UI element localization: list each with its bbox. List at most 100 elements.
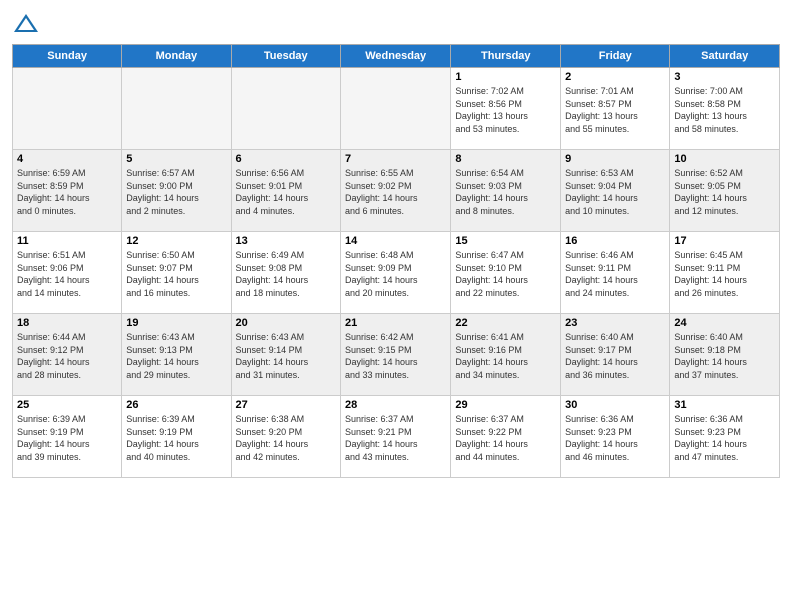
day-number: 27 (236, 399, 336, 411)
calendar-header-tuesday: Tuesday (231, 45, 340, 68)
day-number: 26 (126, 399, 226, 411)
day-number: 22 (455, 317, 556, 329)
day-number: 28 (345, 399, 446, 411)
day-number: 9 (565, 153, 665, 165)
day-info: Sunrise: 6:40 AM Sunset: 9:18 PM Dayligh… (674, 331, 775, 381)
day-info: Sunrise: 6:50 AM Sunset: 9:07 PM Dayligh… (126, 249, 226, 299)
calendar-cell: 17 Sunrise: 6:45 AM Sunset: 9:11 PM Dayli… (670, 232, 780, 314)
calendar-cell: 20 Sunrise: 6:43 AM Sunset: 9:14 PM Dayli… (231, 314, 340, 396)
day-number: 11 (17, 235, 117, 247)
day-info: Sunrise: 6:39 AM Sunset: 9:19 PM Dayligh… (126, 413, 226, 463)
day-info: Sunrise: 6:47 AM Sunset: 9:10 PM Dayligh… (455, 249, 556, 299)
calendar-week-row: 18 Sunrise: 6:44 AM Sunset: 9:12 PM Dayli… (13, 314, 780, 396)
page: SundayMondayTuesdayWednesdayThursdayFrid… (0, 0, 792, 612)
calendar-cell: 12 Sunrise: 6:50 AM Sunset: 9:07 PM Dayli… (122, 232, 231, 314)
calendar-cell: 10 Sunrise: 6:52 AM Sunset: 9:05 PM Dayli… (670, 150, 780, 232)
calendar-cell: 19Sunrise: 6:43 AM Sunset: 9:13 PM Dayli… (122, 314, 231, 396)
calendar-cell: 13 Sunrise: 6:49 AM Sunset: 9:08 PM Dayli… (231, 232, 340, 314)
calendar-cell: 22 Sunrise: 6:41 AM Sunset: 9:16 PM Dayli… (451, 314, 561, 396)
calendar-cell (341, 68, 451, 150)
calendar-week-row: 1 Sunrise: 7:02 AM Sunset: 8:56 PM Daylig… (13, 68, 780, 150)
calendar-week-row: 25 Sunrise: 6:39 AM Sunset: 9:19 PM Dayli… (13, 396, 780, 478)
calendar-cell: 14Sunrise: 6:48 AM Sunset: 9:09 PM Dayli… (341, 232, 451, 314)
day-info: Sunrise: 6:52 AM Sunset: 9:05 PM Dayligh… (674, 167, 775, 217)
calendar-cell: 5 Sunrise: 6:57 AM Sunset: 9:00 PM Daylig… (122, 150, 231, 232)
calendar-cell: 29 Sunrise: 6:37 AM Sunset: 9:22 PM Dayli… (451, 396, 561, 478)
calendar-header-thursday: Thursday (451, 45, 561, 68)
calendar-header-saturday: Saturday (670, 45, 780, 68)
day-number: 14 (345, 235, 446, 247)
day-info: Sunrise: 6:59 AM Sunset: 8:59 PM Dayligh… (17, 167, 117, 217)
calendar-cell: 25 Sunrise: 6:39 AM Sunset: 9:19 PM Dayli… (13, 396, 122, 478)
day-number: 10 (674, 153, 775, 165)
day-number: 13 (236, 235, 336, 247)
calendar-cell: 1 Sunrise: 7:02 AM Sunset: 8:56 PM Daylig… (451, 68, 561, 150)
calendar-cell (122, 68, 231, 150)
day-info: Sunrise: 6:57 AM Sunset: 9:00 PM Dayligh… (126, 167, 226, 217)
calendar-table: SundayMondayTuesdayWednesdayThursdayFrid… (12, 44, 780, 478)
calendar-cell: 15Sunrise: 6:47 AM Sunset: 9:10 PM Dayli… (451, 232, 561, 314)
day-info: Sunrise: 6:37 AM Sunset: 9:22 PM Dayligh… (455, 413, 556, 463)
calendar-cell: 8 Sunrise: 6:54 AM Sunset: 9:03 PM Daylig… (451, 150, 561, 232)
day-number: 8 (455, 153, 556, 165)
calendar-cell: 11 Sunrise: 6:51 AM Sunset: 9:06 PM Dayli… (13, 232, 122, 314)
calendar-cell: 27Sunrise: 6:38 AM Sunset: 9:20 PM Dayli… (231, 396, 340, 478)
calendar-header-row: SundayMondayTuesdayWednesdayThursdayFrid… (13, 45, 780, 68)
day-info: Sunrise: 6:55 AM Sunset: 9:02 PM Dayligh… (345, 167, 446, 217)
calendar-cell: 6 Sunrise: 6:56 AM Sunset: 9:01 PM Daylig… (231, 150, 340, 232)
calendar-cell: 28Sunrise: 6:37 AM Sunset: 9:21 PM Dayli… (341, 396, 451, 478)
calendar-cell: 21 Sunrise: 6:42 AM Sunset: 9:15 PM Dayli… (341, 314, 451, 396)
day-number: 24 (674, 317, 775, 329)
calendar-header-sunday: Sunday (13, 45, 122, 68)
calendar-cell: 24 Sunrise: 6:40 AM Sunset: 9:18 PM Dayli… (670, 314, 780, 396)
day-number: 1 (455, 71, 556, 83)
day-number: 3 (674, 71, 775, 83)
day-info: Sunrise: 6:49 AM Sunset: 9:08 PM Dayligh… (236, 249, 336, 299)
day-info: Sunrise: 6:46 AM Sunset: 9:11 PM Dayligh… (565, 249, 665, 299)
day-info: Sunrise: 6:41 AM Sunset: 9:16 PM Dayligh… (455, 331, 556, 381)
day-number: 5 (126, 153, 226, 165)
day-number: 21 (345, 317, 446, 329)
day-number: 23 (565, 317, 665, 329)
day-number: 6 (236, 153, 336, 165)
calendar-cell (13, 68, 122, 150)
day-number: 29 (455, 399, 556, 411)
day-number: 16 (565, 235, 665, 247)
day-number: 18 (17, 317, 117, 329)
day-info: Sunrise: 6:56 AM Sunset: 9:01 PM Dayligh… (236, 167, 336, 217)
day-number: 4 (17, 153, 117, 165)
day-number: 17 (674, 235, 775, 247)
day-info: Sunrise: 6:45 AM Sunset: 9:11 PM Dayligh… (674, 249, 775, 299)
calendar-cell: 23 Sunrise: 6:40 AM Sunset: 9:17 PM Dayli… (561, 314, 670, 396)
calendar-cell: 2 Sunrise: 7:01 AM Sunset: 8:57 PM Daylig… (561, 68, 670, 150)
calendar-cell: 18 Sunrise: 6:44 AM Sunset: 9:12 PM Dayli… (13, 314, 122, 396)
calendar-header-friday: Friday (561, 45, 670, 68)
day-info: Sunrise: 7:00 AM Sunset: 8:58 PM Dayligh… (674, 85, 775, 135)
day-info: Sunrise: 6:40 AM Sunset: 9:17 PM Dayligh… (565, 331, 665, 381)
day-info: Sunrise: 6:51 AM Sunset: 9:06 PM Dayligh… (17, 249, 117, 299)
day-info: Sunrise: 6:36 AM Sunset: 9:23 PM Dayligh… (674, 413, 775, 463)
day-info: Sunrise: 6:42 AM Sunset: 9:15 PM Dayligh… (345, 331, 446, 381)
day-info: Sunrise: 7:02 AM Sunset: 8:56 PM Dayligh… (455, 85, 556, 135)
day-info: Sunrise: 6:43 AM Sunset: 9:14 PM Dayligh… (236, 331, 336, 381)
day-number: 19 (126, 317, 226, 329)
day-number: 20 (236, 317, 336, 329)
day-number: 7 (345, 153, 446, 165)
logo (12, 10, 44, 38)
day-info: Sunrise: 6:54 AM Sunset: 9:03 PM Dayligh… (455, 167, 556, 217)
day-info: Sunrise: 6:36 AM Sunset: 9:23 PM Dayligh… (565, 413, 665, 463)
day-number: 2 (565, 71, 665, 83)
day-info: Sunrise: 6:39 AM Sunset: 9:19 PM Dayligh… (17, 413, 117, 463)
calendar-cell: 26 Sunrise: 6:39 AM Sunset: 9:19 PM Dayli… (122, 396, 231, 478)
day-info: Sunrise: 6:44 AM Sunset: 9:12 PM Dayligh… (17, 331, 117, 381)
calendar-header-wednesday: Wednesday (341, 45, 451, 68)
calendar-week-row: 11 Sunrise: 6:51 AM Sunset: 9:06 PM Dayli… (13, 232, 780, 314)
calendar-week-row: 4 Sunrise: 6:59 AM Sunset: 8:59 PM Daylig… (13, 150, 780, 232)
day-number: 12 (126, 235, 226, 247)
calendar-cell: 4 Sunrise: 6:59 AM Sunset: 8:59 PM Daylig… (13, 150, 122, 232)
calendar-cell: 16 Sunrise: 6:46 AM Sunset: 9:11 PM Dayli… (561, 232, 670, 314)
day-number: 31 (674, 399, 775, 411)
day-number: 25 (17, 399, 117, 411)
day-info: Sunrise: 7:01 AM Sunset: 8:57 PM Dayligh… (565, 85, 665, 135)
day-info: Sunrise: 6:53 AM Sunset: 9:04 PM Dayligh… (565, 167, 665, 217)
